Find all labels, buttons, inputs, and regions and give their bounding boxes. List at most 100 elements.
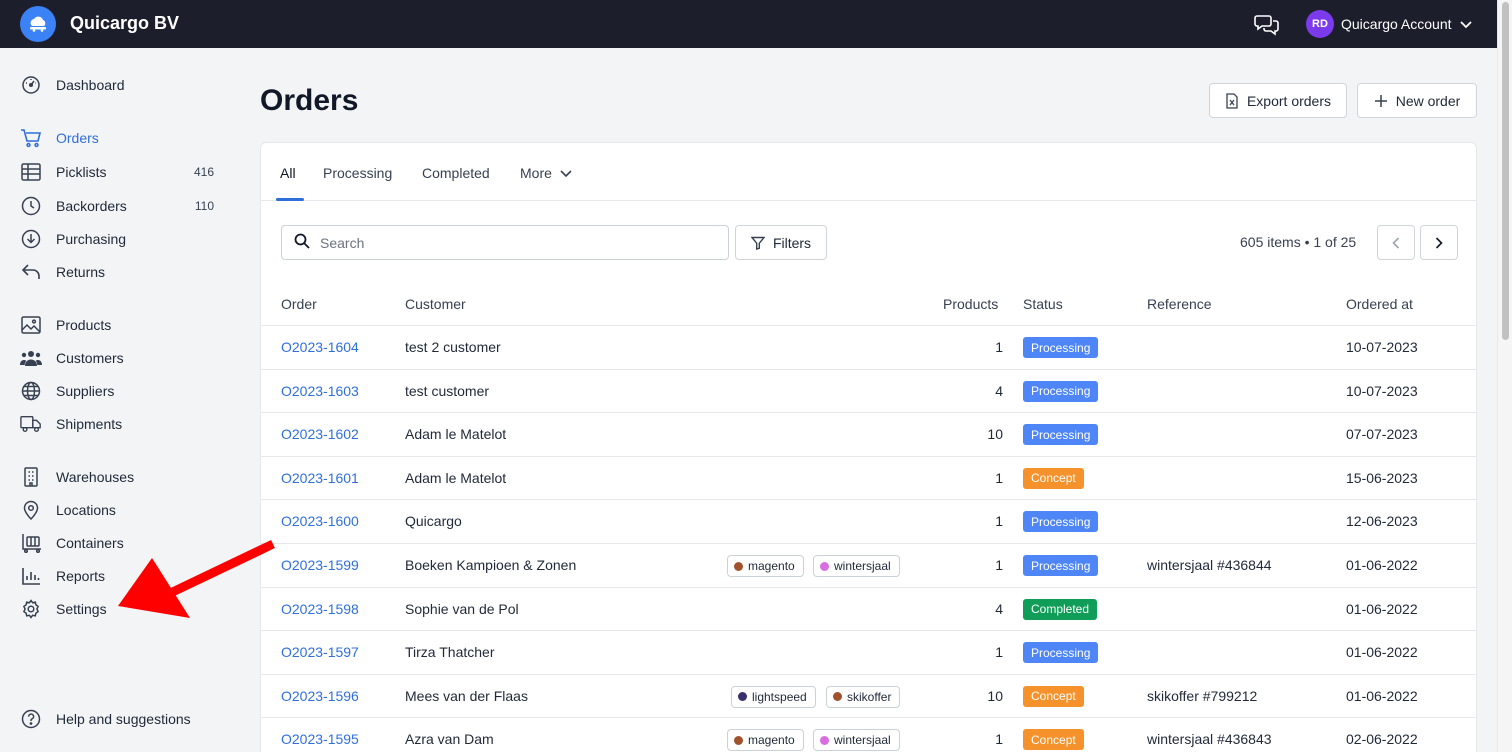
order-number-link[interactable]: O2023-1599 xyxy=(281,557,359,573)
table-row[interactable]: O2023-1600 Quicargo 1 Processing 12-06-2023 xyxy=(261,499,1476,543)
sidebar-item-dashboard[interactable]: Dashboard xyxy=(20,73,220,97)
new-order-button[interactable]: New order xyxy=(1357,83,1477,118)
tab-processing[interactable]: Processing xyxy=(323,165,392,181)
sidebar-item-help[interactable]: Help and suggestions xyxy=(20,707,220,731)
table-row[interactable]: O2023-1604 test 2 customer 1 Processing 10-0… xyxy=(261,325,1476,369)
sidebar-item-shipments[interactable]: Shipments xyxy=(20,412,220,436)
channel-tag: wintersjaal xyxy=(813,555,900,577)
filters-button[interactable]: Filters xyxy=(735,225,827,260)
status-badge: Processing xyxy=(1023,555,1099,576)
sidebar-item-label: Purchasing xyxy=(56,231,127,247)
tag-label: magento xyxy=(748,733,795,748)
sidebar-item-picklists[interactable]: Picklists 416 xyxy=(20,160,220,184)
sidebar-item-label: Containers xyxy=(56,535,124,551)
products-count: 1 xyxy=(995,339,1003,355)
customer-name: test 2 customer xyxy=(405,339,501,355)
sidebar-item-locations[interactable]: Locations xyxy=(20,498,220,522)
customer-name: test customer xyxy=(405,382,490,399)
sidebar-item-label: Suppliers xyxy=(56,383,115,399)
column-header-products[interactable]: Products xyxy=(943,296,998,312)
sidebar-item-warehouses[interactable]: Warehouses xyxy=(20,465,220,489)
tag-label: wintersjaal xyxy=(834,733,891,748)
account-menu[interactable]: RD Quicargo Account xyxy=(1306,10,1472,38)
tab-more[interactable]: More xyxy=(520,165,572,181)
map-pin-icon xyxy=(20,499,42,521)
ordered-at-date: 12-06-2023 xyxy=(1346,513,1418,530)
sidebar-item-suppliers[interactable]: Suppliers xyxy=(20,379,220,403)
table-row[interactable]: O2023-1601 Adam le Matelot 1 Concept 15-06-2… xyxy=(261,455,1476,500)
previous-page-button[interactable] xyxy=(1377,225,1415,260)
chevron-right-icon xyxy=(1435,236,1443,249)
order-number-link[interactable]: O2023-1602 xyxy=(281,426,359,442)
sidebar-item-label: Products xyxy=(56,317,112,333)
sidebar-item-customers[interactable]: Customers xyxy=(20,346,220,370)
customer-name: Sophie van de Pol xyxy=(405,600,519,617)
ordered-at-date: 01-06-2022 xyxy=(1346,687,1418,704)
search-input[interactable] xyxy=(320,234,700,251)
order-reference: wintersjaal #436844 xyxy=(1147,557,1272,573)
order-number-link[interactable]: O2023-1596 xyxy=(281,688,359,704)
next-page-button[interactable] xyxy=(1420,225,1458,260)
customer-name: Quicargo xyxy=(405,513,462,530)
brand-logo-icon[interactable] xyxy=(20,6,56,42)
new-order-label: New order xyxy=(1395,92,1461,109)
order-number-link[interactable]: O2023-1603 xyxy=(281,383,359,399)
search-box[interactable] xyxy=(281,225,729,260)
sidebar-item-label: Dashboard xyxy=(56,77,125,93)
table-row[interactable]: O2023-1596 Mees van der Flaas lightspeed sk… xyxy=(261,673,1476,718)
order-number-link[interactable]: O2023-1595 xyxy=(281,731,359,747)
tab-more-label: More xyxy=(520,165,552,181)
scrollbar-thumb[interactable] xyxy=(1502,2,1509,340)
order-number-link[interactable]: O2023-1604 xyxy=(281,339,359,355)
order-number-link[interactable]: O2023-1598 xyxy=(281,601,359,617)
column-header-customer[interactable]: Customer xyxy=(405,296,466,312)
search-icon xyxy=(294,233,310,252)
order-number-link[interactable]: O2023-1597 xyxy=(281,644,359,660)
tag-color-dot xyxy=(738,692,747,702)
sidebar-item-containers[interactable]: Containers xyxy=(20,531,220,555)
export-orders-button[interactable]: Export orders xyxy=(1209,83,1347,118)
clock-icon xyxy=(20,195,42,217)
products-count: 4 xyxy=(995,382,1003,399)
sidebar-item-products[interactable]: Products xyxy=(20,313,220,337)
tag-color-dot xyxy=(820,561,829,571)
column-header-status[interactable]: Status xyxy=(1023,296,1063,312)
tab-all[interactable]: All xyxy=(280,165,296,181)
sidebar-item-reports[interactable]: Reports xyxy=(20,564,220,588)
sidebar-item-returns[interactable]: Returns xyxy=(20,260,220,284)
table-row[interactable]: O2023-1603 test customer 4 Processing 10-07-… xyxy=(261,368,1476,413)
file-excel-icon xyxy=(1226,92,1238,109)
table-row[interactable]: O2023-1595 Azra van Dam magento wintersjaal… xyxy=(261,717,1476,752)
column-header-order[interactable]: Order xyxy=(281,296,317,312)
tag-label: skikoffer xyxy=(847,689,892,704)
tag-color-dot xyxy=(734,561,743,571)
sidebar-item-purchasing[interactable]: Purchasing xyxy=(20,227,220,251)
dashboard-icon xyxy=(20,74,42,96)
channel-tag: wintersjaal xyxy=(813,729,900,752)
page-scrollbar[interactable] xyxy=(1497,0,1512,752)
column-header-ordered-at[interactable]: Ordered at xyxy=(1346,296,1413,312)
picklists-count-badge: 416 xyxy=(193,165,214,179)
column-header-reference[interactable]: Reference xyxy=(1147,296,1212,312)
status-badge: Concept xyxy=(1023,685,1084,707)
order-reference: wintersjaal #436843 xyxy=(1147,731,1272,748)
products-count: 1 xyxy=(995,513,1003,530)
table-row[interactable]: O2023-1602 Adam le Matelot 10 Processing 07-… xyxy=(261,412,1476,456)
avatar: RD xyxy=(1306,10,1334,38)
sidebar-item-backorders[interactable]: Backorders 110 xyxy=(20,194,220,218)
order-number-link[interactable]: O2023-1600 xyxy=(281,513,359,529)
channel-tag: lightspeed xyxy=(731,685,816,708)
sidebar-item-settings[interactable]: Settings xyxy=(20,597,220,621)
table-row[interactable]: O2023-1597 Tirza Thatcher 1 Processing 01-06… xyxy=(261,630,1476,674)
plus-icon xyxy=(1374,94,1387,107)
order-number-link[interactable]: O2023-1601 xyxy=(281,470,359,486)
table-row[interactable]: O2023-1598 Sophie van de Pol 4 Completed 01-… xyxy=(261,586,1476,631)
sidebar-item-label: Locations xyxy=(56,502,116,518)
chat-icon[interactable] xyxy=(1254,11,1280,37)
top-bar: Quicargo BV RD Quicargo Account xyxy=(0,0,1497,48)
tab-completed[interactable]: Completed xyxy=(422,165,490,181)
status-badge: Processing xyxy=(1023,380,1099,402)
container-icon xyxy=(20,532,42,554)
table-row[interactable]: O2023-1599 Boeken Kampioen & Zonen magento… xyxy=(261,543,1476,587)
sidebar-item-orders[interactable]: Orders xyxy=(20,126,220,150)
